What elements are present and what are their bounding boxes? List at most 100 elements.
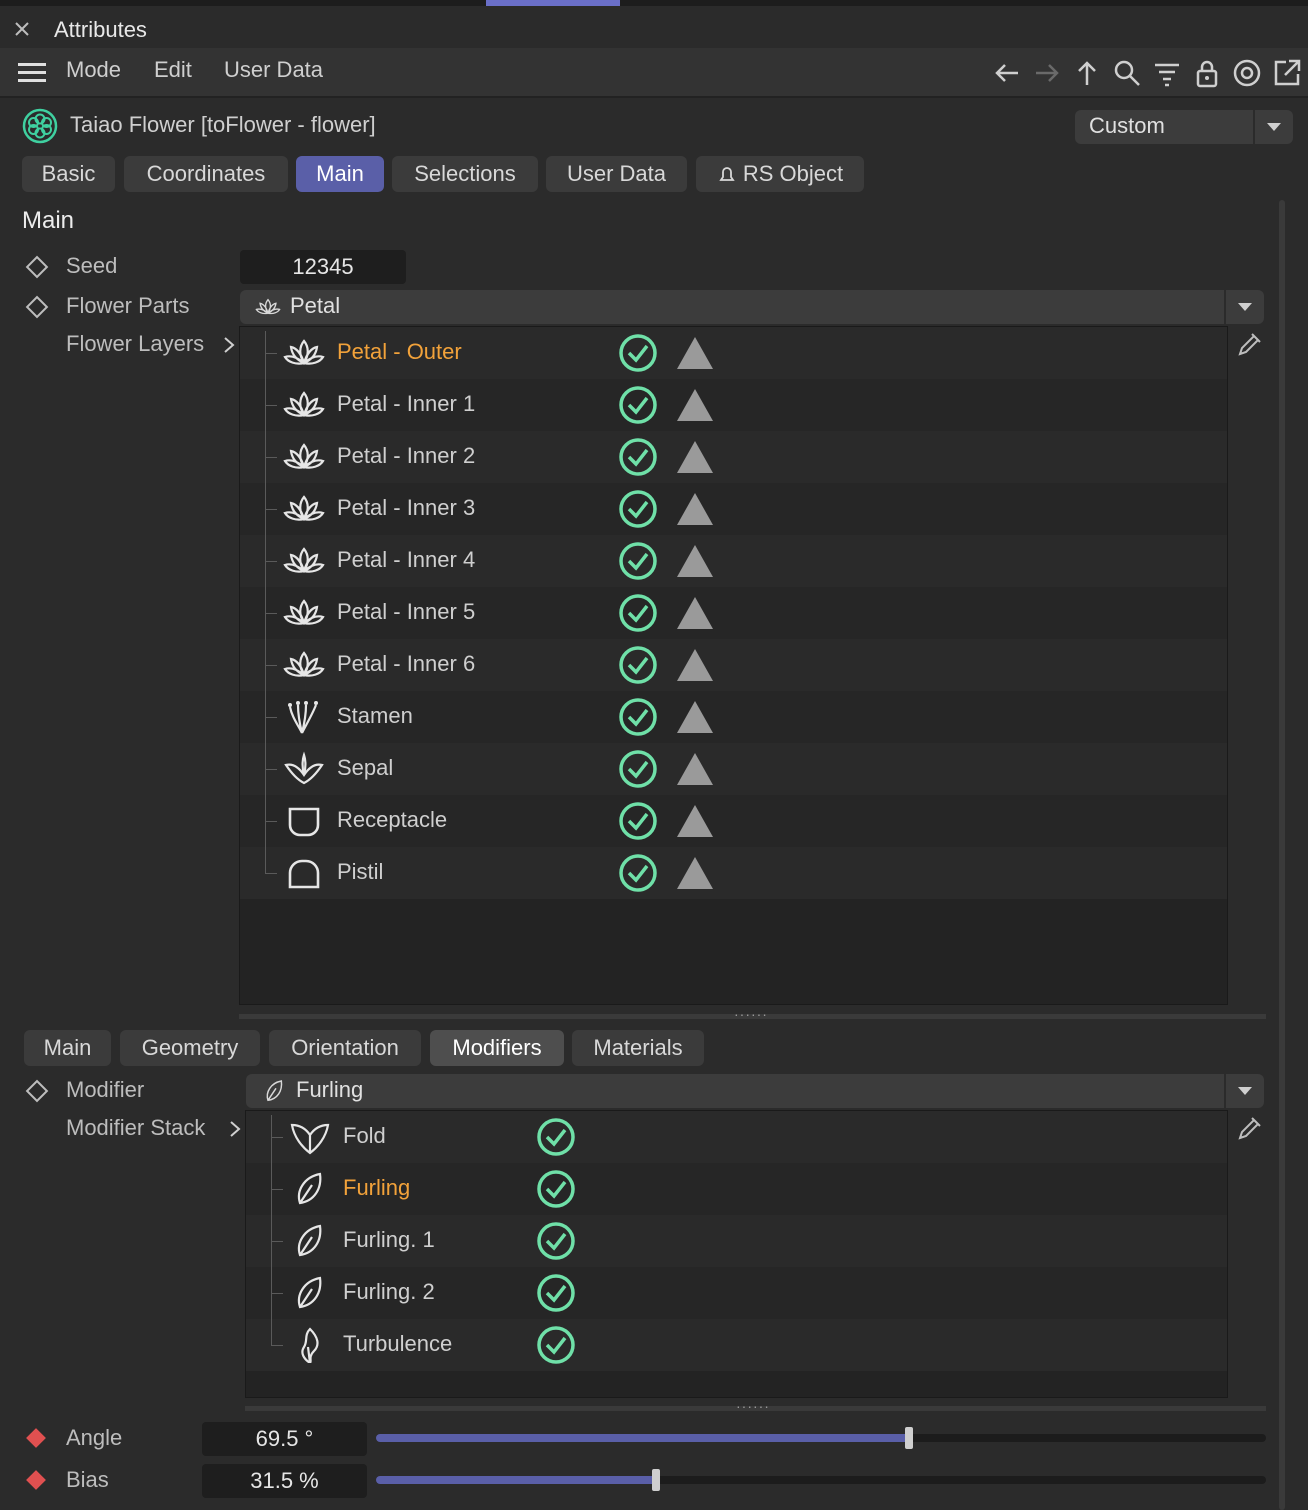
enabled-check-icon[interactable] [618,437,658,477]
chevron-down-icon[interactable] [1253,110,1293,144]
menu-user-data[interactable]: User Data [224,57,323,83]
modifier-row[interactable]: Furling. 1 [246,1215,1227,1267]
enabled-check-icon[interactable] [618,801,658,841]
chevron-down-icon[interactable] [1224,290,1264,324]
modifier-row[interactable]: Furling. 2 [246,1267,1227,1319]
enabled-check-icon[interactable] [536,1325,576,1365]
enabled-check-icon[interactable] [536,1273,576,1313]
menu-edit[interactable]: Edit [154,57,192,83]
enabled-check-icon[interactable] [618,541,658,581]
tab-coordinates[interactable]: Coordinates [124,156,288,192]
flower-layer-row[interactable]: Petal - Outer [240,327,1227,379]
flower-layer-row[interactable]: Sepal [240,743,1227,795]
eyedropper-icon[interactable] [1236,330,1264,358]
warning-triangle-icon[interactable] [675,595,715,631]
flower-layer-row[interactable]: Stamen [240,691,1227,743]
lotus-icon [255,298,281,315]
warning-triangle-icon[interactable] [675,387,715,423]
enabled-check-icon[interactable] [536,1169,576,1209]
flower-layers-list[interactable]: Petal - Outer Petal - Inner 1 Petal - Inne… [239,326,1228,1005]
flower-parts-dropdown[interactable]: Petal [240,290,1264,324]
modifier-row[interactable]: Furling [246,1163,1227,1215]
chevron-right-icon[interactable] [222,334,236,353]
enabled-check-icon[interactable] [536,1117,576,1157]
flower-parts-label: Flower Parts [66,293,190,318]
tab-basic[interactable]: Basic [22,156,115,192]
search-icon[interactable] [1112,58,1142,88]
tab-user-data[interactable]: User Data [546,156,687,192]
subtab-modifiers[interactable]: Modifiers [430,1030,564,1066]
mode-dropdown[interactable]: Custom [1075,110,1293,144]
subtab-geometry[interactable]: Geometry [120,1030,260,1066]
keyframe-diamond-icon[interactable] [26,1428,46,1448]
arrow-left-icon[interactable] [992,58,1022,88]
keyframe-diamond-icon[interactable] [26,1470,46,1490]
flower-layer-row[interactable]: Petal - Inner 6 [240,639,1227,691]
warning-triangle-icon[interactable] [675,751,715,787]
tab-main[interactable]: Main [296,156,384,192]
flower-layer-row[interactable]: Pistil [240,847,1227,899]
subtab-main[interactable]: Main [24,1030,111,1066]
tab-selections[interactable]: Selections [392,156,538,192]
warning-triangle-icon[interactable] [675,491,715,527]
warning-triangle-icon[interactable] [675,699,715,735]
chevron-right-icon[interactable] [228,1118,242,1137]
flower-layer-row[interactable]: Petal - Inner 5 [240,587,1227,639]
menu-mode[interactable]: Mode [66,57,121,83]
enabled-check-icon[interactable] [618,749,658,789]
filter-icon[interactable] [1152,58,1182,88]
modifier-row[interactable]: Fold [246,1111,1227,1163]
hamburger-menu-icon[interactable] [18,62,46,84]
resize-grip-icon[interactable]: ······ [736,1398,770,1414]
warning-triangle-icon[interactable] [675,439,715,475]
tab-rs-object[interactable]: RS Object [696,156,864,192]
subtab-orientation[interactable]: Orientation [269,1030,421,1066]
keyframe-diamond-icon[interactable] [25,295,49,319]
new-window-icon[interactable] [1272,58,1302,88]
warning-triangle-icon[interactable] [675,855,715,891]
modifier-row[interactable]: Turbulence [246,1319,1227,1371]
seed-input[interactable]: 12345 [240,250,406,284]
angle-slider-handle[interactable] [905,1427,913,1449]
enabled-check-icon[interactable] [618,489,658,529]
enabled-check-icon[interactable] [618,333,658,373]
close-icon[interactable] [12,19,32,39]
arrow-up-icon[interactable] [1072,58,1102,88]
bias-input[interactable]: 31.5 % [202,1464,367,1498]
resize-grip-icon[interactable]: ······ [734,1006,768,1022]
flower-layer-row[interactable]: Petal - Inner 4 [240,535,1227,587]
enabled-check-icon[interactable] [618,697,658,737]
fold-icon [290,1123,330,1155]
pistil-icon [288,859,320,889]
arrow-right-icon[interactable] [1032,58,1062,88]
bias-slider[interactable] [376,1469,1266,1491]
angle-input[interactable]: 69.5 ° [202,1422,367,1456]
lotus-icon [283,391,325,418]
lock-icon[interactable] [1192,58,1222,88]
vertical-scrollbar[interactable] [1279,200,1285,1510]
modifier-dropdown[interactable]: Furling [246,1074,1264,1108]
eyedropper-icon[interactable] [1236,1114,1264,1142]
subtab-materials[interactable]: Materials [572,1030,704,1066]
flower-parts-value: Petal [290,293,341,318]
enabled-check-icon[interactable] [536,1221,576,1261]
keyframe-diamond-icon[interactable] [25,1079,49,1103]
keyframe-diamond-icon[interactable] [25,255,49,279]
flower-layer-row[interactable]: Receptacle [240,795,1227,847]
enabled-check-icon[interactable] [618,853,658,893]
warning-triangle-icon[interactable] [675,647,715,683]
chevron-down-icon[interactable] [1224,1074,1264,1108]
warning-triangle-icon[interactable] [675,803,715,839]
target-icon[interactable] [1232,58,1262,88]
flower-layer-row[interactable]: Petal - Inner 1 [240,379,1227,431]
modifier-stack-list[interactable]: Fold Furling Furling. 1 Furling. 2 Turbulenc… [245,1110,1228,1398]
enabled-check-icon[interactable] [618,385,658,425]
warning-triangle-icon[interactable] [675,335,715,371]
flower-layer-row[interactable]: Petal - Inner 2 [240,431,1227,483]
angle-slider[interactable] [376,1427,1266,1449]
enabled-check-icon[interactable] [618,593,658,633]
bias-slider-handle[interactable] [652,1469,660,1491]
enabled-check-icon[interactable] [618,645,658,685]
flower-layer-row[interactable]: Petal - Inner 3 [240,483,1227,535]
warning-triangle-icon[interactable] [675,543,715,579]
